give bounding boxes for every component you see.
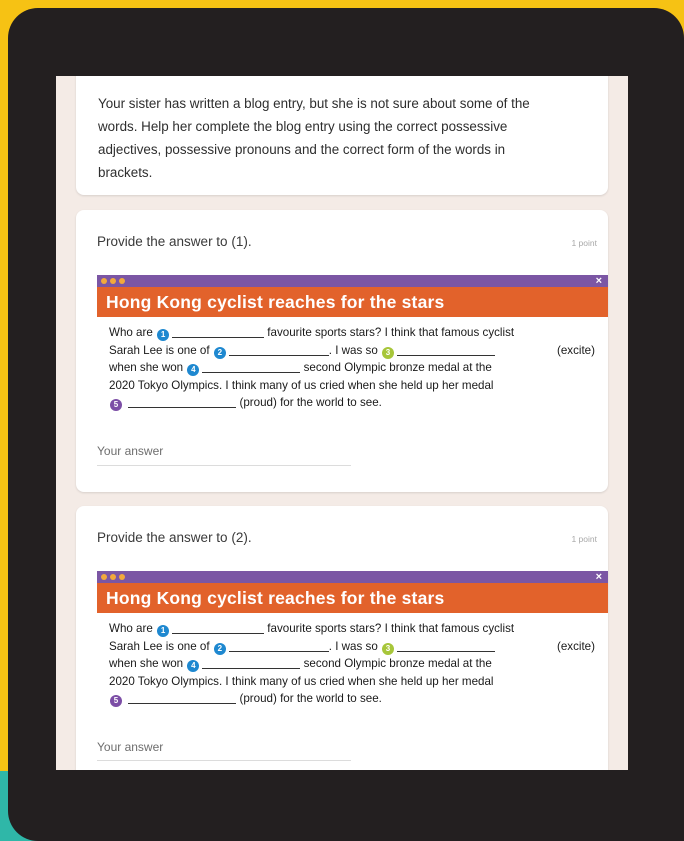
blog-title: Hong Kong cyclist reaches for the stars — [97, 583, 608, 613]
number-4-badge-icon: 4 — [187, 364, 200, 376]
blank-line — [228, 343, 329, 356]
number-5-badge-icon: 5 — [110, 695, 122, 707]
blank-line — [397, 343, 495, 356]
blog-window-bar: × — [97, 571, 608, 583]
answer-input-1[interactable]: Your answer — [97, 444, 163, 458]
number-5-badge-icon: 5 — [110, 399, 122, 411]
blog-image: × Hong Kong cyclist reaches for the star… — [97, 571, 608, 708]
window-dot-icon — [101, 574, 107, 580]
answer-input-2[interactable]: Your answer — [97, 740, 163, 754]
blank-line — [172, 325, 265, 338]
question-card-2: Provide the answer to (2). 1 point × Hon… — [76, 506, 608, 770]
number-1-badge-icon: 1 — [157, 329, 170, 341]
question-points: 1 point — [571, 534, 597, 544]
tablet-frame: Your sister has written a blog entry, bu… — [8, 8, 684, 841]
number-3-badge-icon: 3 — [382, 642, 394, 655]
close-icon: × — [595, 571, 602, 583]
question-title: Provide the answer to (1). — [97, 234, 252, 249]
form-screen[interactable]: Your sister has written a blog entry, bu… — [56, 76, 628, 770]
instructions-text: Your sister has written a blog entry, bu… — [98, 96, 530, 180]
window-dot-icon — [110, 574, 116, 580]
blog-text: Who are 1 favourite sports stars? I thin… — [109, 325, 595, 411]
number-3-badge-icon: 3 — [382, 346, 394, 359]
number-1-badge-icon: 1 — [157, 625, 170, 637]
blog-text: Who are 1 favourite sports stars? I thin… — [109, 621, 595, 707]
blank-line — [172, 621, 265, 634]
blog-window-bar: × — [97, 275, 608, 287]
instructions-card: Your sister has written a blog entry, bu… — [76, 76, 608, 195]
window-dot-icon — [101, 278, 107, 284]
blank-line — [128, 691, 237, 704]
blank-line — [128, 395, 237, 408]
answer-underline — [97, 465, 351, 466]
number-2-badge-icon: 2 — [213, 346, 226, 359]
number-4-badge-icon: 4 — [187, 660, 200, 672]
window-dot-icon — [119, 574, 125, 580]
blank-line — [397, 639, 495, 652]
blog-title: Hong Kong cyclist reaches for the stars — [97, 287, 608, 317]
blank-line — [202, 656, 301, 669]
window-dot-icon — [119, 278, 125, 284]
number-2-badge-icon: 2 — [213, 642, 226, 655]
blank-line — [202, 360, 301, 373]
close-icon: × — [595, 275, 602, 287]
answer-underline — [97, 760, 351, 761]
blank-line — [228, 639, 329, 652]
question-points: 1 point — [571, 238, 597, 248]
window-dot-icon — [110, 278, 116, 284]
blog-image: × Hong Kong cyclist reaches for the star… — [97, 275, 608, 412]
question-title: Provide the answer to (2). — [97, 530, 252, 545]
question-card-1: Provide the answer to (1). 1 point × Hon… — [76, 210, 608, 492]
